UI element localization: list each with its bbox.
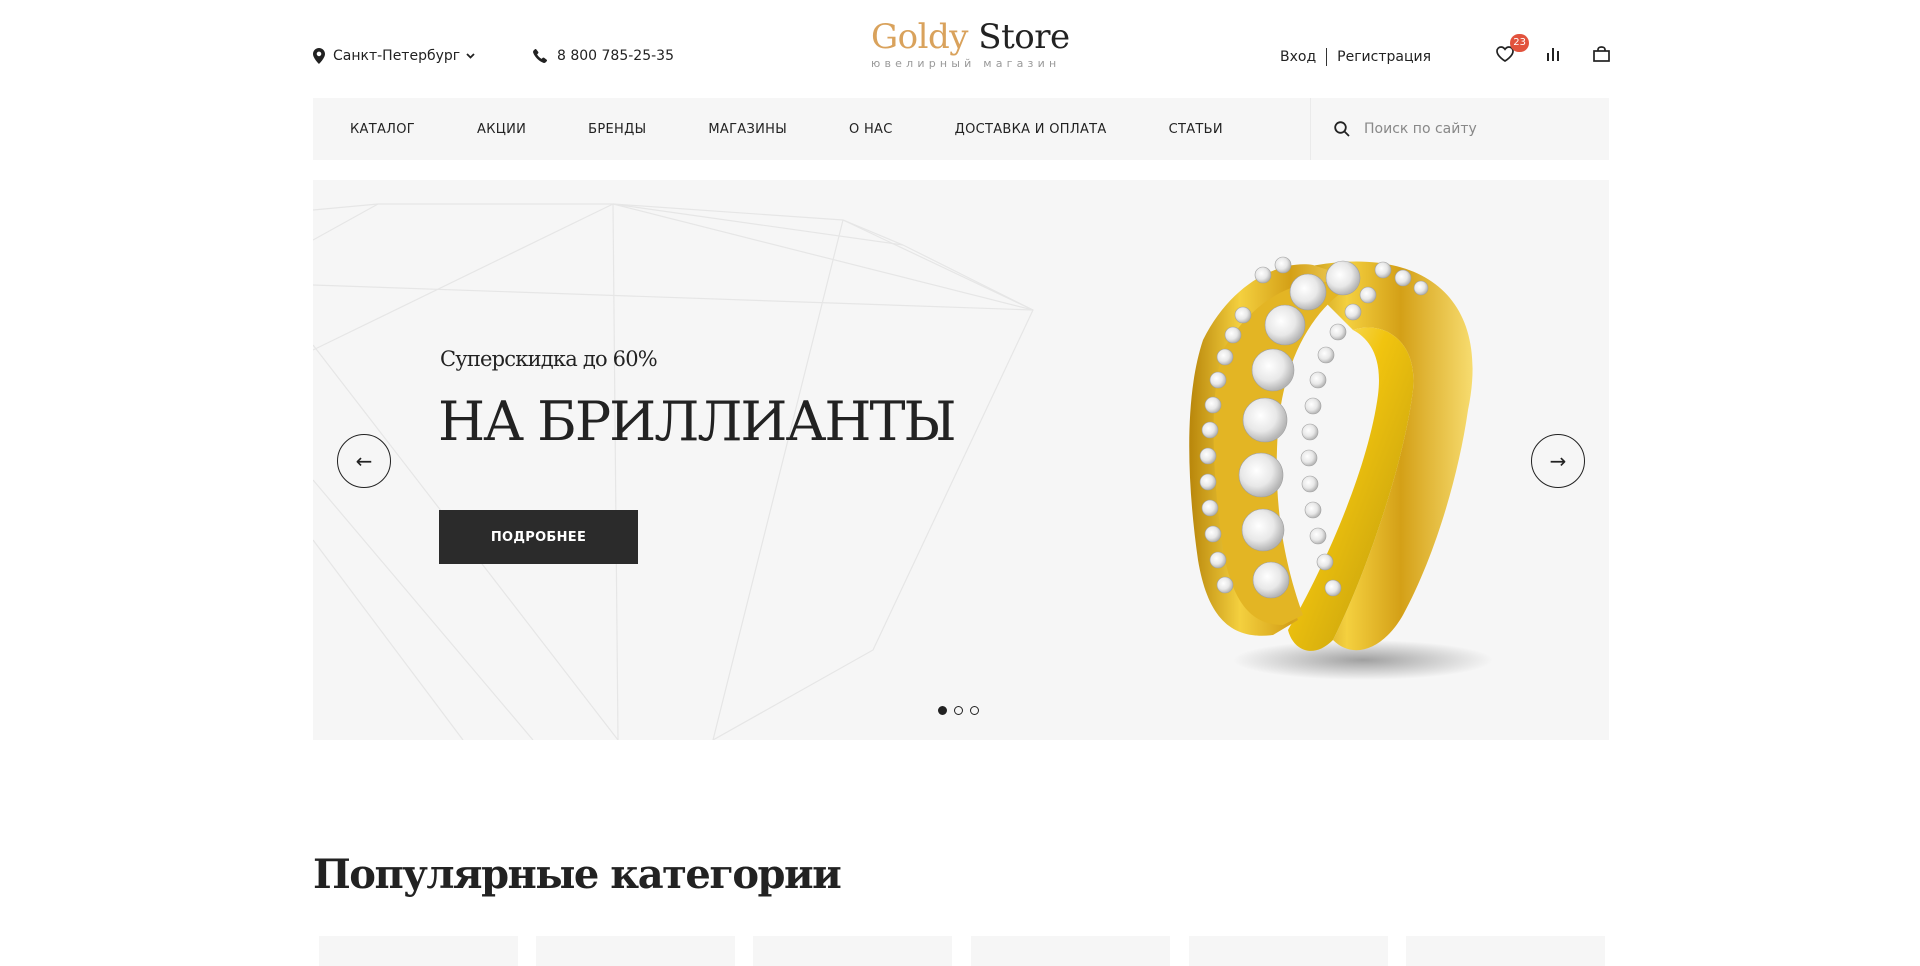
nav-menu: КАТАЛОГ АКЦИИ БРЕНДЫ МАГАЗИНЫ О НАС ДОСТ… [313, 98, 1285, 160]
bag-icon [1592, 46, 1610, 62]
phone-number: 8 800 785-25-35 [557, 48, 674, 64]
cart-button[interactable] [1589, 42, 1613, 66]
city-selector[interactable]: Санкт-Петербург [313, 48, 475, 64]
nav-item-catalog[interactable]: КАТАЛОГ [350, 122, 415, 137]
city-label: Санкт-Петербург [333, 48, 461, 64]
auth-links: Вход Регистрация [1280, 48, 1431, 66]
wishlist-button[interactable]: 23 [1493, 34, 1529, 66]
slider-prev-button[interactable]: ← [337, 434, 391, 488]
nav-item-promos[interactable]: АКЦИИ [477, 122, 526, 137]
nav-item-delivery[interactable]: ДОСТАВКА И ОПЛАТА [955, 122, 1107, 137]
login-link[interactable]: Вход [1280, 49, 1316, 65]
phone-link[interactable]: 8 800 785-25-35 [533, 48, 674, 64]
site-header: Санкт-Петербург 8 800 785-25-35 Goldy St… [313, 0, 1610, 98]
auth-divider [1326, 48, 1328, 66]
slider-dot-2[interactable] [954, 706, 963, 715]
hero-title: НА БРИЛЛИАНТЫ [438, 390, 957, 453]
wishlist-count-badge: 23 [1510, 34, 1529, 52]
slider-dot-3[interactable] [970, 706, 979, 715]
slider-dot-1[interactable] [938, 706, 947, 715]
nav-item-brands[interactable]: БРЕНДЫ [588, 122, 646, 137]
popular-categories-heading: Популярные категории [313, 851, 842, 898]
site-search [1310, 98, 1609, 160]
main-nav: КАТАЛОГ АКЦИИ БРЕНДЫ МАГАЗИНЫ О НАС ДОСТ… [313, 98, 1609, 160]
hero-subtitle: Суперскидка до 60% [440, 347, 658, 371]
gold-ring-image [1189, 256, 1493, 680]
arrow-right-icon: → [1549, 449, 1567, 473]
hero-slider: Суперскидка до 60% НА БРИЛЛИАНТЫ ПОДРОБН… [313, 180, 1609, 740]
category-card[interactable] [1406, 936, 1605, 966]
compare-button[interactable] [1541, 42, 1565, 66]
search-input[interactable] [1364, 121, 1584, 137]
arrow-left-icon: ← [355, 449, 373, 473]
phone-icon [533, 49, 547, 63]
category-card[interactable] [319, 936, 518, 966]
location-icon [313, 48, 325, 64]
nav-item-about[interactable]: О НАС [849, 122, 893, 137]
logo-word-store: Store [978, 17, 1070, 57]
category-cards [313, 936, 1609, 966]
more-details-button[interactable]: ПОДРОБНЕЕ [439, 510, 638, 564]
logo-subtitle: ювелирный магазин [871, 57, 1061, 70]
chevron-down-icon [466, 53, 475, 59]
search-icon[interactable] [1334, 121, 1350, 137]
logo-title: Goldy Store [871, 17, 1070, 57]
logo-word-goldy: Goldy [871, 17, 968, 57]
nav-item-stores[interactable]: МАГАЗИНЫ [708, 122, 787, 137]
slider-pagination [938, 706, 986, 715]
compare-icon [1547, 48, 1559, 61]
category-card[interactable] [971, 936, 1170, 966]
category-card[interactable] [1189, 936, 1388, 966]
store-logo[interactable]: Goldy Store ювелирный магазин [871, 17, 1070, 70]
header-actions: 23 [1493, 34, 1613, 66]
category-card[interactable] [536, 936, 735, 966]
category-card[interactable] [753, 936, 952, 966]
nav-item-articles[interactable]: СТАТЬИ [1169, 122, 1223, 137]
register-link[interactable]: Регистрация [1337, 49, 1431, 65]
slider-next-button[interactable]: → [1531, 434, 1585, 488]
